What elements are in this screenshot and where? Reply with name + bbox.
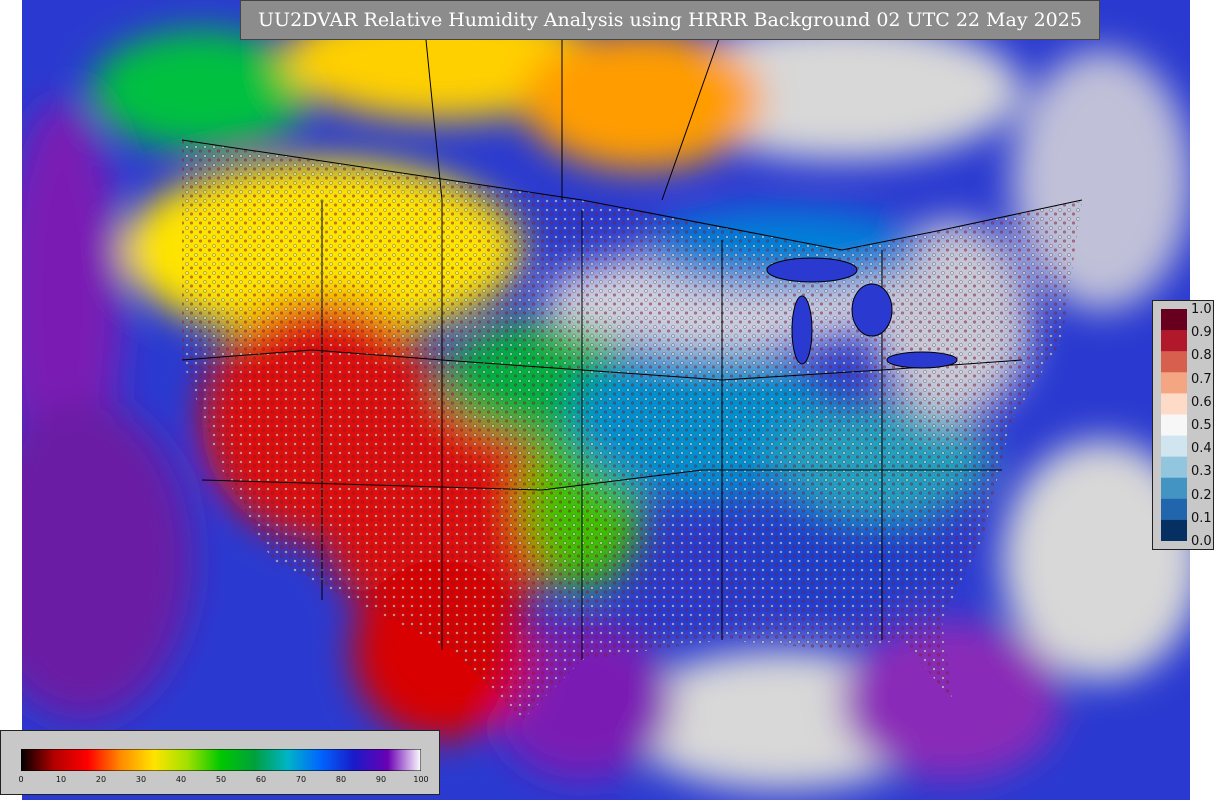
station-colorbar-tick: 0.6	[1191, 394, 1212, 410]
station-colorbar-segment	[1161, 372, 1187, 394]
field-colorbar-scale	[21, 749, 421, 771]
station-colorbar-tick: 0.4	[1191, 441, 1212, 457]
field-colorbar-tick: 40	[175, 775, 187, 784]
station-colorbar: 1.0 0.9 0.8 0.7 0.6 0.5 0.4 0.3 0.2 0.1 0.0	[1152, 300, 1214, 550]
station-colorbar-tick: 0.7	[1191, 371, 1212, 387]
humidity-map	[0, 0, 1202, 800]
station-colorbar-tick: 0.8	[1191, 348, 1212, 364]
station-colorbar-scale	[1161, 309, 1187, 541]
field-colorbar-tick: 90	[375, 775, 387, 784]
field-colorbar-tick: 20	[95, 775, 107, 784]
map-title-box: UU2DVAR Relative Humidity Analysis using…	[240, 0, 1100, 40]
station-colorbar-segment	[1161, 519, 1187, 541]
station-colorbar-segment	[1161, 435, 1187, 458]
field-colorbar-gradient	[21, 749, 421, 771]
field-colorbar-tick: 50	[215, 775, 227, 784]
field-colorbar-tick: 10	[55, 775, 67, 784]
field-colorbar: 0 10 20 30 40 50 60 70 80 90 100	[0, 730, 440, 795]
map-title: UU2DVAR Relative Humidity Analysis using…	[258, 9, 1082, 31]
station-colorbar-segment	[1161, 498, 1187, 521]
field-colorbar-tick: 60	[255, 775, 267, 784]
station-colorbar-segment	[1161, 330, 1187, 352]
station-colorbar-segment	[1161, 309, 1187, 331]
station-colorbar-tick: 0.0	[1191, 534, 1212, 549]
station-colorbar-tick: 0.1	[1191, 510, 1212, 526]
station-colorbar-tick: 0.2	[1191, 487, 1212, 503]
field-colorbar-tick: 0	[18, 775, 24, 784]
station-colorbar-segment	[1161, 456, 1187, 479]
field-colorbar-tick: 70	[295, 775, 307, 784]
station-colorbar-segment	[1161, 477, 1187, 500]
station-colorbar-tick: 1.0	[1191, 302, 1212, 317]
field-colorbar-tick: 80	[335, 775, 347, 784]
station-colorbar-tick: 0.9	[1191, 325, 1212, 341]
field-colorbar-tick: 100	[413, 775, 429, 784]
station-colorbar-segment	[1161, 414, 1187, 437]
station-colorbar-segment	[1161, 351, 1187, 373]
map-canvas	[0, 0, 1202, 800]
station-colorbar-segment	[1161, 393, 1187, 415]
station-colorbar-tick: 0.5	[1191, 418, 1212, 433]
field-colorbar-tick: 30	[135, 775, 147, 784]
station-colorbar-tick: 0.3	[1191, 464, 1212, 480]
